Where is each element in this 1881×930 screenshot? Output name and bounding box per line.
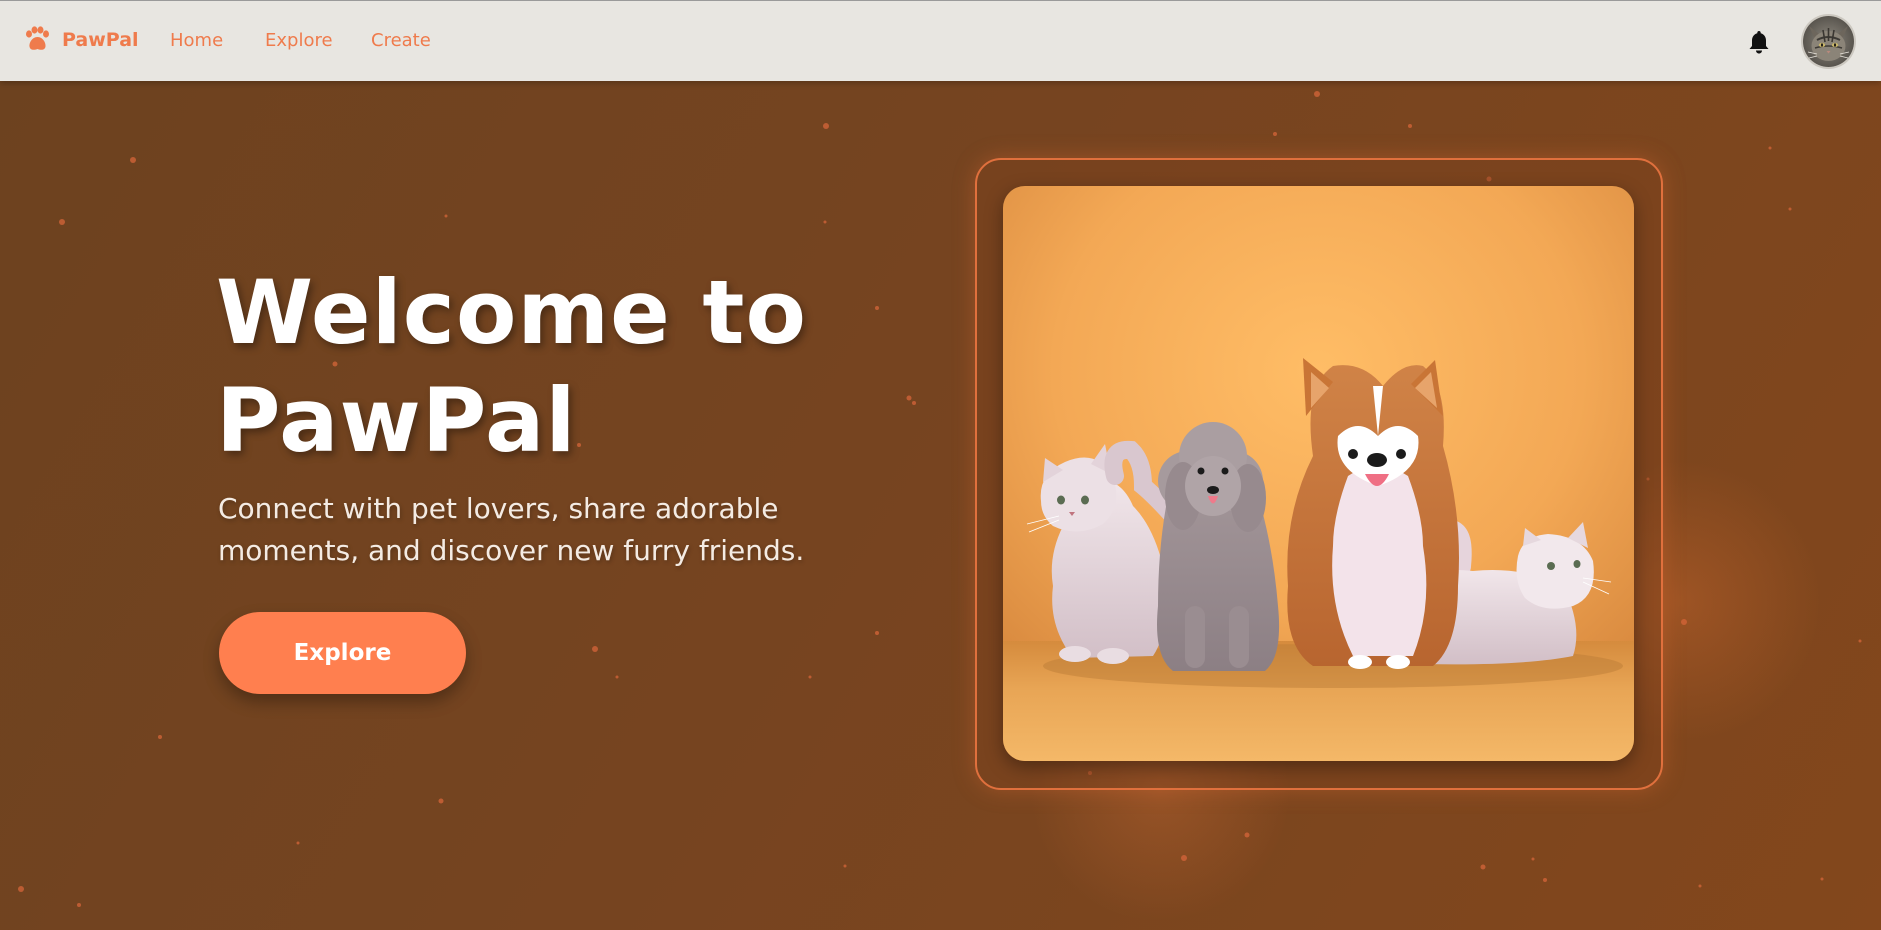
hero-subtitle: Connect with pet lovers, share adorable …: [218, 488, 898, 572]
hero-section: Welcome to PawPal Connect with pet lover…: [0, 81, 1881, 930]
hero-subtitle-line2: moments, and discover new furry friends.: [218, 534, 805, 567]
nav-link-home[interactable]: Home: [170, 30, 223, 51]
brand-name: PawPal: [62, 29, 139, 51]
hero-title-line2: PawPal: [216, 369, 577, 472]
paw-icon: [26, 26, 49, 50]
hero-subtitle-line1: Connect with pet lovers, share adorable: [218, 492, 779, 525]
nav-link-explore[interactable]: Explore: [265, 30, 333, 51]
pets-illustration: [1003, 186, 1634, 761]
bell-icon[interactable]: [1746, 29, 1772, 55]
nav-link-create[interactable]: Create: [371, 30, 431, 51]
top-navbar: PawPal Home Explore Create: [0, 0, 1881, 81]
cats-and-dogs-illustration: [1003, 186, 1634, 761]
user-avatar[interactable]: [1803, 16, 1854, 67]
explore-cta-button[interactable]: Explore: [219, 612, 466, 694]
hero-title: Welcome to PawPal: [216, 259, 916, 475]
corgi-dog: [1287, 358, 1459, 669]
cat-avatar-icon: [1803, 16, 1854, 67]
brand-logo-link[interactable]: PawPal: [22, 25, 139, 55]
hero-title-line1: Welcome to: [216, 261, 807, 364]
